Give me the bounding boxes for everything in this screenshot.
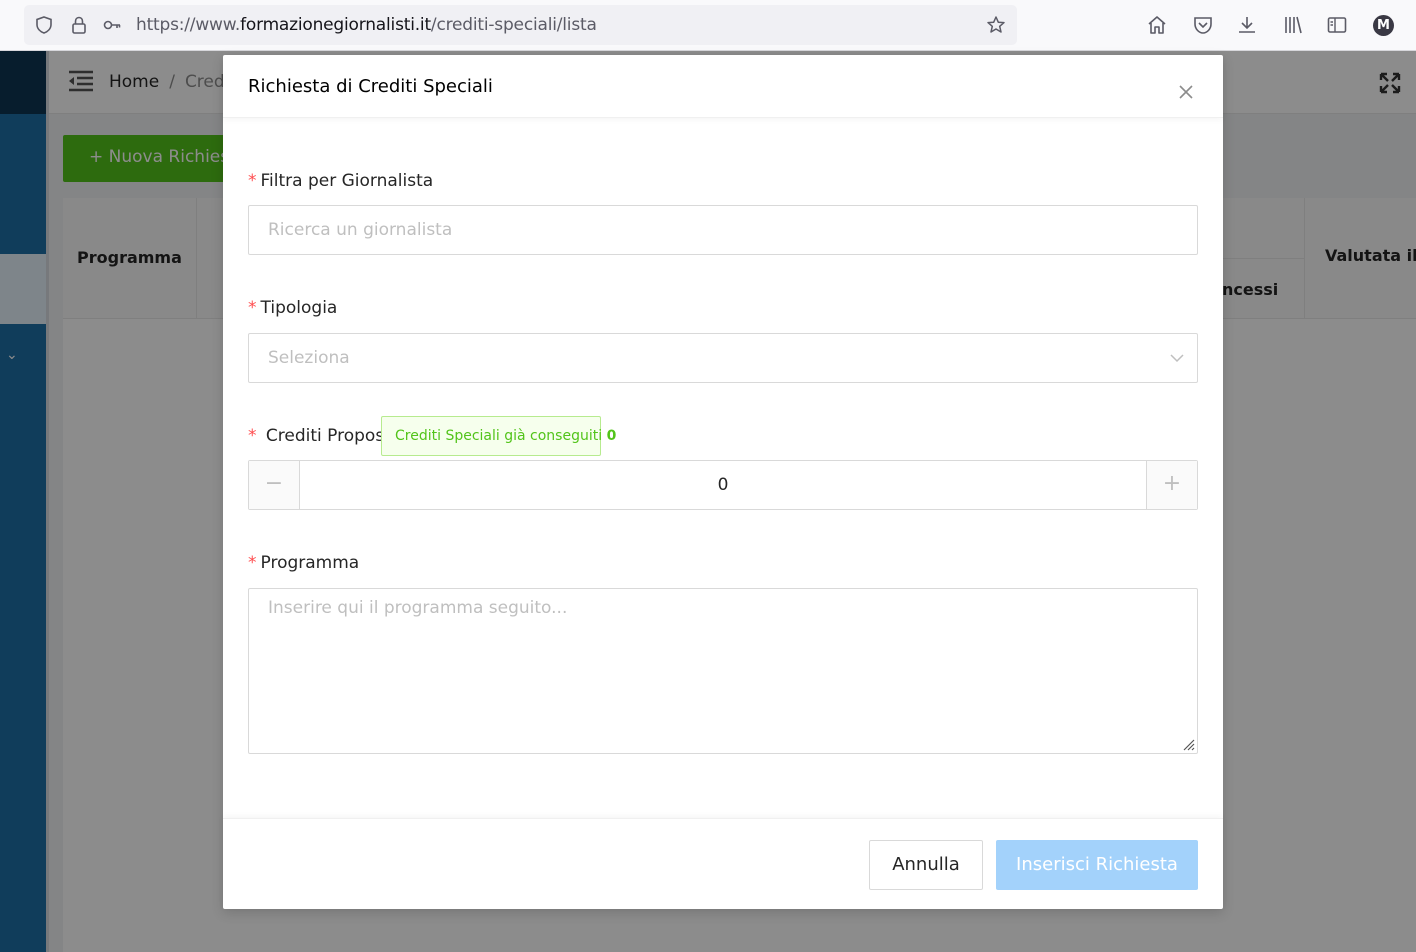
type-select[interactable]: Seleziona [248, 333, 1198, 383]
shield-icon[interactable] [34, 15, 54, 35]
cancel-button[interactable]: Annulla [869, 840, 983, 890]
bookmark-star-icon[interactable] [986, 15, 1006, 35]
modal-header: Richiesta di Crediti Speciali [223, 55, 1223, 118]
browser-toolbar: https://www.formazionegiornalisti.it/cre… [0, 0, 1416, 51]
credit-request-modal: Richiesta di Crediti Speciali * Filtra pe… [223, 55, 1223, 909]
program-textarea[interactable]: Inserire qui il programma seguito... [248, 588, 1198, 754]
profile-avatar[interactable]: M [1373, 15, 1394, 36]
increment-button[interactable]: + [1146, 461, 1197, 509]
decrement-button[interactable]: − [249, 461, 300, 509]
close-icon[interactable] [1175, 81, 1197, 103]
home-icon[interactable] [1146, 14, 1168, 36]
pocket-icon[interactable] [1192, 14, 1214, 36]
chevron-down-icon [1170, 354, 1184, 363]
credits-label: * Crediti Proposti [248, 426, 396, 446]
type-label: * Tipologia [248, 298, 338, 318]
submit-request-button[interactable]: Inserisci Richiesta [996, 840, 1198, 890]
journalist-label: * Filtra per Giornalista [248, 171, 434, 191]
url-text[interactable]: https://www.formazionegiornalisti.it/cre… [136, 15, 597, 35]
lock-icon[interactable] [69, 15, 89, 35]
download-icon[interactable] [1236, 14, 1258, 36]
program-label: * Programma [248, 553, 360, 573]
sidebar-toggle-icon[interactable] [1326, 14, 1348, 36]
earned-credits-tag: Crediti Speciali già conseguiti 0 [381, 416, 616, 456]
address-bar[interactable]: https://www.formazionegiornalisti.it/cre… [24, 5, 1017, 45]
resize-handle-icon[interactable] [1179, 735, 1195, 751]
modal-title: Richiesta di Crediti Speciali [248, 76, 493, 97]
credits-stepper: − 0 + [248, 460, 1198, 510]
modal-footer: Annulla Inserisci Richiesta [223, 818, 1223, 909]
key-icon[interactable] [102, 15, 122, 35]
credits-input[interactable]: 0 [300, 461, 1146, 509]
journalist-search-input[interactable]: Ricerca un giornalista [248, 205, 1198, 255]
library-icon[interactable] [1282, 14, 1304, 36]
